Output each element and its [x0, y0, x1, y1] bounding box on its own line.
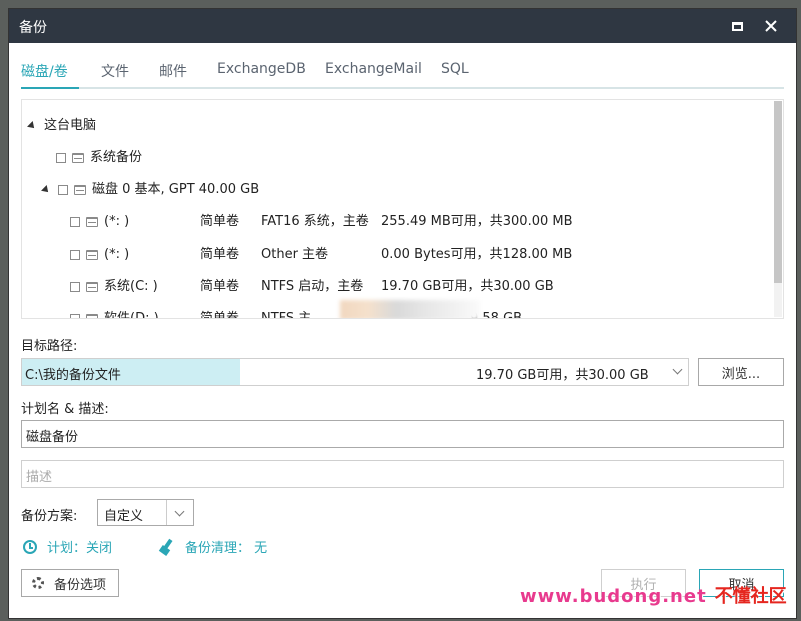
watermark-name: 不懂社区 — [714, 586, 787, 607]
system-backup-checkbox[interactable] — [56, 152, 66, 163]
browse-button[interactable]: 浏览... — [698, 358, 784, 386]
clock-icon — [23, 539, 37, 554]
redacted-area — [340, 300, 480, 318]
tab-underline — [21, 87, 784, 89]
maximize-icon — [731, 21, 743, 31]
partition-space: 0.00 Bytes可用，共128.00 MB — [381, 247, 573, 262]
tab-mail[interactable]: 邮件 — [159, 61, 187, 81]
partition-fs: FAT16 系统，主卷 — [261, 214, 369, 229]
watermark: www.budong.net 不懂社区 — [520, 582, 801, 615]
gear-icon — [32, 577, 44, 589]
disk0-checkbox[interactable] — [58, 184, 68, 195]
plan-name-input[interactable]: 磁盘备份 — [21, 420, 784, 448]
partition-type: 简单卷 — [200, 247, 240, 262]
partition-checkbox[interactable] — [70, 249, 80, 260]
partition-fs: NTFS 主 — [261, 311, 312, 319]
tree-item-system-backup[interactable]: 系统备份 — [56, 148, 142, 168]
tab-exchange-mail[interactable]: ExchangeMail — [325, 61, 422, 77]
partition-checkbox[interactable] — [70, 313, 80, 318]
tree-root[interactable]: 这台电脑 — [27, 116, 97, 136]
partition-type: 简单卷 — [200, 214, 240, 229]
maximize-button[interactable] — [725, 15, 749, 37]
scheme-value: 自定义 — [104, 509, 144, 524]
backup-options-label: 备份选项 — [54, 577, 107, 593]
select-divider — [166, 500, 167, 525]
target-path-label: 目标路径: — [21, 339, 78, 354]
drive-icon — [86, 281, 98, 292]
chevron-down-icon[interactable] — [171, 505, 187, 521]
drive-icon — [72, 152, 84, 163]
partition-space: 19.70 GB可用，共30.00 GB — [381, 279, 554, 294]
disk0-label: 磁盘 0 基本, GPT 40.00 GB — [92, 182, 260, 197]
partition-fs: Other 主卷 — [261, 247, 329, 262]
system-backup-label: 系统备份 — [90, 150, 143, 165]
target-capacity: 19.70 GB可用，共30.00 GB — [476, 368, 649, 383]
partition-name: 软件(D: ) — [104, 311, 159, 319]
active-tab-indicator — [21, 87, 79, 89]
close-icon — [765, 20, 777, 32]
partition-row[interactable]: (*: ) 简单卷 FAT16 系统，主卷 255.49 MB可用，共300.0… — [70, 212, 770, 232]
plan-description-input[interactable]: 描述 — [21, 460, 784, 488]
watermark-url: www.budong.net — [520, 586, 707, 607]
drive-icon — [86, 249, 98, 260]
tree-item-disk0[interactable]: 磁盘 0 基本, GPT 40.00 GB — [41, 180, 260, 200]
tab-file[interactable]: 文件 — [101, 61, 129, 81]
schedule-link[interactable]: 计划：关闭 — [23, 537, 112, 556]
scheme-label: 备份方案: — [21, 509, 78, 524]
tree-scrollbar[interactable] — [774, 101, 782, 317]
partition-name: 系统(C: ) — [104, 279, 158, 294]
plan-label: 计划名 & 描述: — [21, 402, 109, 417]
partition-name: (*: ) — [104, 247, 130, 262]
partition-fs: NTFS 启动，主卷 — [261, 279, 364, 294]
tab-exchange-db[interactable]: ExchangeDB — [217, 61, 306, 77]
partition-checkbox[interactable] — [70, 216, 80, 227]
tree-root-label: 这台电脑 — [44, 118, 97, 133]
disk-tree: 这台电脑 系统备份 磁盘 0 基本, GPT 40.00 GB (*: ) 简单… — [21, 99, 784, 319]
cleanup-text: 备份清理： 无 — [185, 541, 268, 556]
scroll-thumb[interactable] — [774, 101, 782, 283]
scheme-select[interactable]: 自定义 — [97, 499, 194, 526]
drive-icon — [74, 184, 86, 195]
window-title: 备份 — [19, 20, 47, 36]
close-button[interactable] — [759, 15, 783, 37]
partition-type: 简单卷 — [200, 311, 240, 319]
drive-icon — [86, 313, 98, 318]
partition-name: (*: ) — [104, 214, 130, 229]
cleanup-link[interactable]: 备份清理： 无 — [159, 537, 267, 556]
partition-space: 255.49 MB可用，共300.00 MB — [381, 214, 573, 229]
target-path-dropdown[interactable]: C:\我的备份文件 19.70 GB可用，共30.00 GB — [21, 358, 689, 386]
expand-icon[interactable] — [41, 184, 51, 195]
partition-checkbox[interactable] — [70, 281, 80, 292]
tab-bar: 磁盘/卷 文件 邮件 ExchangeDB ExchangeMail SQL — [9, 57, 796, 91]
schedule-text: 计划：关闭 — [47, 541, 113, 556]
partition-type: 简单卷 — [200, 279, 240, 294]
partition-row[interactable]: 系统(C: ) 简单卷 NTFS 启动，主卷 19.70 GB可用，共30.00… — [70, 277, 770, 297]
partition-row[interactable]: (*: ) 简单卷 Other 主卷 0.00 Bytes可用，共128.00 … — [70, 245, 770, 265]
tab-sql[interactable]: SQL — [441, 61, 469, 77]
expand-icon[interactable] — [27, 120, 37, 131]
drive-icon — [86, 216, 98, 227]
target-path-value: C:\我的备份文件 — [25, 368, 121, 383]
brush-icon — [159, 539, 175, 555]
title-bar[interactable]: 备份 — [9, 9, 796, 43]
chevron-down-icon[interactable] — [668, 362, 686, 380]
backup-dialog: 备份 磁盘/卷 文件 邮件 ExchangeDB ExchangeMail SQ… — [8, 8, 797, 619]
tab-disk-volume[interactable]: 磁盘/卷 — [21, 61, 68, 81]
backup-options-button[interactable]: 备份选项 — [21, 569, 119, 597]
